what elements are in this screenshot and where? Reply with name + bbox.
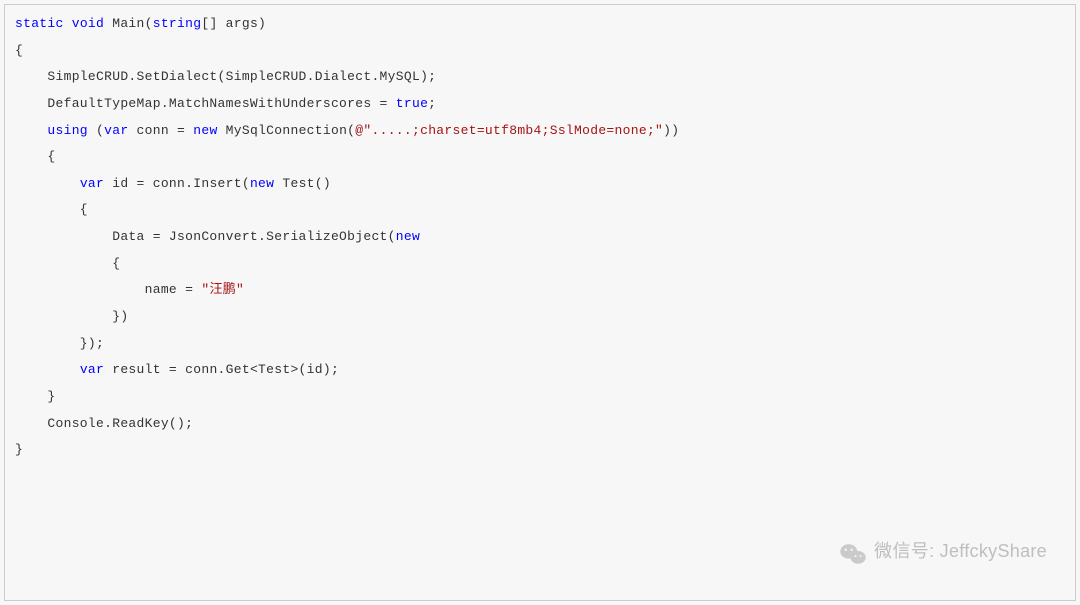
keyword-var: var: [104, 123, 128, 138]
keyword-new: new: [193, 123, 217, 138]
keyword-void: void: [72, 16, 104, 31]
code-line: static void Main(string[] args): [15, 11, 1065, 38]
keyword-new: new: [250, 176, 274, 191]
code-line: {: [15, 38, 1065, 65]
code-line: Data = JsonConvert.SerializeObject(new: [15, 224, 1065, 251]
code-line: var result = conn.Get<Test>(id);: [15, 357, 1065, 384]
code-line: name = "汪鹏": [15, 277, 1065, 304]
code-line: using (var conn = new MySqlConnection(@"…: [15, 118, 1065, 145]
code-line: });: [15, 331, 1065, 358]
keyword-var: var: [80, 362, 104, 377]
keyword-new: new: [396, 229, 420, 244]
keyword-true: true: [396, 96, 428, 111]
code-line: }: [15, 384, 1065, 411]
watermark: 微信号: JeffckyShare: [840, 533, 1047, 570]
code-line: DefaultTypeMap.MatchNamesWithUnderscores…: [15, 91, 1065, 118]
code-line: {: [15, 144, 1065, 171]
code-line: {: [15, 197, 1065, 224]
keyword-static: static: [15, 16, 64, 31]
wechat-icon: [840, 541, 866, 563]
keyword-using: using: [47, 123, 88, 138]
code-line: }: [15, 437, 1065, 464]
code-line: Console.ReadKey();: [15, 411, 1065, 438]
code-line: {: [15, 251, 1065, 278]
watermark-text: 微信号: JeffckyShare: [874, 533, 1047, 570]
code-line: }): [15, 304, 1065, 331]
string-literal: @".....;charset=utf8mb4;SslMode=none;": [355, 123, 663, 138]
keyword-string: string: [153, 16, 202, 31]
keyword-var: var: [80, 176, 104, 191]
code-line: var id = conn.Insert(new Test(): [15, 171, 1065, 198]
code-line: SimpleCRUD.SetDialect(SimpleCRUD.Dialect…: [15, 64, 1065, 91]
code-block: static void Main(string[] args) { Simple…: [4, 4, 1076, 601]
string-literal: "汪鹏": [201, 282, 244, 297]
